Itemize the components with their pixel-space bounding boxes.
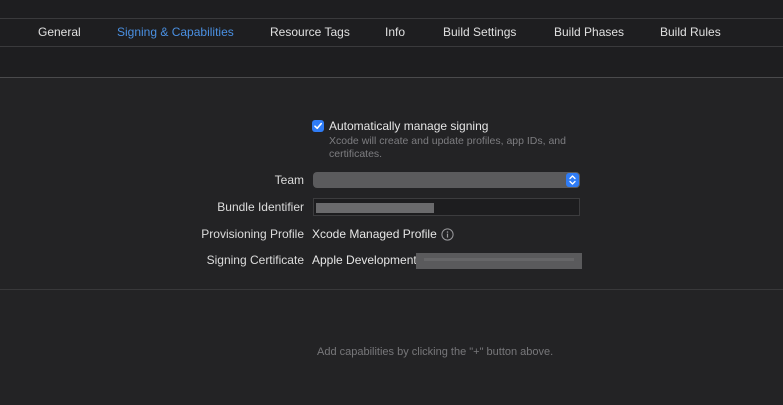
auto-manage-signing-label[interactable]: Automatically manage signing: [329, 119, 488, 133]
redacted-value: [316, 203, 434, 213]
tab-general[interactable]: General: [38, 25, 81, 39]
capabilities-toolbar: [0, 47, 783, 77]
team-label: Team: [274, 173, 304, 187]
checkmark-icon: [314, 122, 322, 130]
signing-certificate-label: Signing Certificate: [206, 253, 304, 267]
bundle-identifier-label: Bundle Identifier: [217, 200, 304, 214]
tab-build-phases[interactable]: Build Phases: [554, 25, 624, 39]
signing-capabilities-pane: General Signing & Capabilities Resource …: [0, 0, 783, 405]
top-strip: [0, 0, 783, 18]
up-down-chevron-icon: [566, 173, 579, 187]
tab-resource-tags[interactable]: Resource Tags: [270, 25, 350, 39]
tab-signing-capabilities[interactable]: Signing & Capabilities: [117, 25, 234, 39]
provisioning-profile-label: Provisioning Profile: [201, 227, 304, 241]
signing-certificate-value: Apple Development:: [312, 253, 421, 267]
editor-tab-bar: General Signing & Capabilities Resource …: [0, 19, 783, 46]
auto-manage-signing-help: Xcode will create and update profiles, a…: [329, 135, 566, 160]
redacted-value: [416, 253, 582, 269]
tab-build-rules[interactable]: Build Rules: [660, 25, 721, 39]
capabilities-empty-hint: Add capabilities by clicking the "+" but…: [317, 346, 554, 358]
bundle-identifier-field[interactable]: [313, 198, 580, 216]
tab-build-settings[interactable]: Build Settings: [443, 25, 516, 39]
divider: [0, 289, 783, 290]
auto-manage-signing-checkbox[interactable]: [312, 120, 324, 132]
team-popup[interactable]: [313, 172, 580, 188]
info-circle-icon[interactable]: [441, 228, 454, 241]
tab-info[interactable]: Info: [385, 25, 405, 39]
provisioning-profile-value: Xcode Managed Profile: [312, 227, 437, 241]
